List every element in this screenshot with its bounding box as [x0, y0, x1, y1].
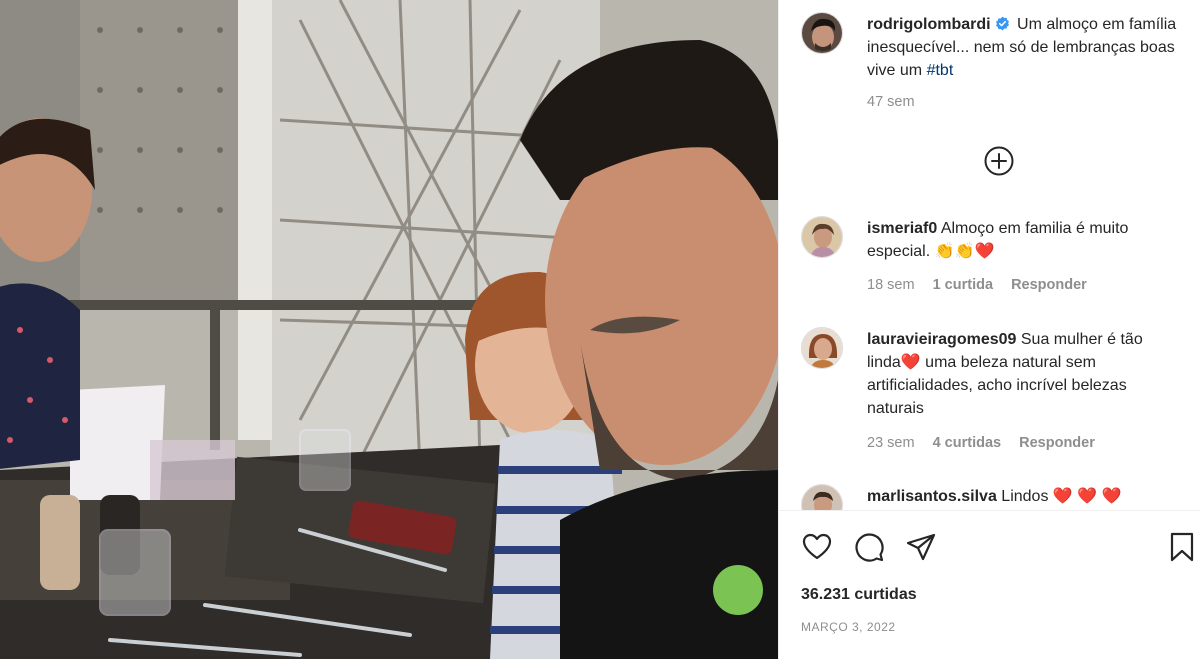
caption-meta: 47 sem: [867, 94, 929, 110]
bookmark-icon[interactable]: [1169, 531, 1195, 563]
paper-plane-icon[interactable]: [905, 531, 937, 563]
author-avatar[interactable]: [801, 12, 843, 54]
post-date[interactable]: MARÇO 3, 2022: [801, 620, 896, 634]
comment-item: marlisantos.silva Lindos ❤️ ❤️ ❤️: [867, 485, 1177, 508]
comment-emoji: ❤️: [900, 354, 921, 371]
comment-emoji: ❤️ ❤️ ❤️: [1052, 488, 1122, 505]
comment-item: ismeriaf0 Almoço em familia é muito espe…: [867, 217, 1177, 263]
post-actions: 36.231 curtidas MARÇO 3, 2022: [779, 510, 1200, 659]
likes-count[interactable]: 36.231 curtidas: [801, 586, 917, 604]
commenter-avatar[interactable]: [801, 484, 843, 510]
reply-button[interactable]: Responder: [1019, 435, 1095, 451]
comment-likes[interactable]: 1 curtida: [933, 277, 993, 293]
family-photo-illustration: [0, 0, 778, 659]
caption-hashtag[interactable]: #tbt: [927, 62, 954, 79]
comment-username[interactable]: lauravieiragomes09: [867, 331, 1016, 348]
caption-age[interactable]: 47 sem: [867, 94, 915, 110]
reply-button[interactable]: Responder: [1011, 277, 1087, 293]
commenter-avatar[interactable]: [801, 216, 843, 258]
caption-username[interactable]: rodrigolombardi: [867, 16, 991, 33]
avatar-image: [802, 13, 842, 53]
comment-text: Lindos: [1001, 488, 1049, 505]
comments-list[interactable]: rodrigolombardi Um almoço em família ine…: [779, 0, 1200, 510]
verified-badge-icon: [995, 16, 1009, 31]
comment-meta: 18 sem 1 curtida Responder: [867, 277, 1101, 293]
speech-bubble-icon[interactable]: [853, 531, 885, 563]
avatar-image: [802, 217, 842, 257]
post-photo[interactable]: [0, 0, 778, 659]
comment-meta: 23 sem 4 curtidas Responder: [867, 435, 1109, 451]
post-caption: rodrigolombardi Um almoço em família ine…: [867, 13, 1177, 82]
comment-item: lauravieiragomes09 Sua mulher é tão lind…: [867, 328, 1177, 420]
avatar-image: [802, 328, 842, 368]
comment-emoji: 👏👏❤️: [934, 243, 995, 260]
comment-username[interactable]: ismeriaf0: [867, 220, 937, 237]
avatar-image: [802, 485, 842, 510]
comment-likes[interactable]: 4 curtidas: [933, 435, 1002, 451]
comment-age[interactable]: 23 sem: [867, 435, 915, 451]
comment-age[interactable]: 18 sem: [867, 277, 915, 293]
post-side-panel: rodrigolombardi Um almoço em família ine…: [778, 0, 1200, 659]
heart-outline-icon[interactable]: [801, 531, 833, 563]
comment-username[interactable]: marlisantos.silva: [867, 488, 997, 505]
commenter-avatar[interactable]: [801, 327, 843, 369]
plus-circle-icon[interactable]: [983, 145, 1015, 177]
